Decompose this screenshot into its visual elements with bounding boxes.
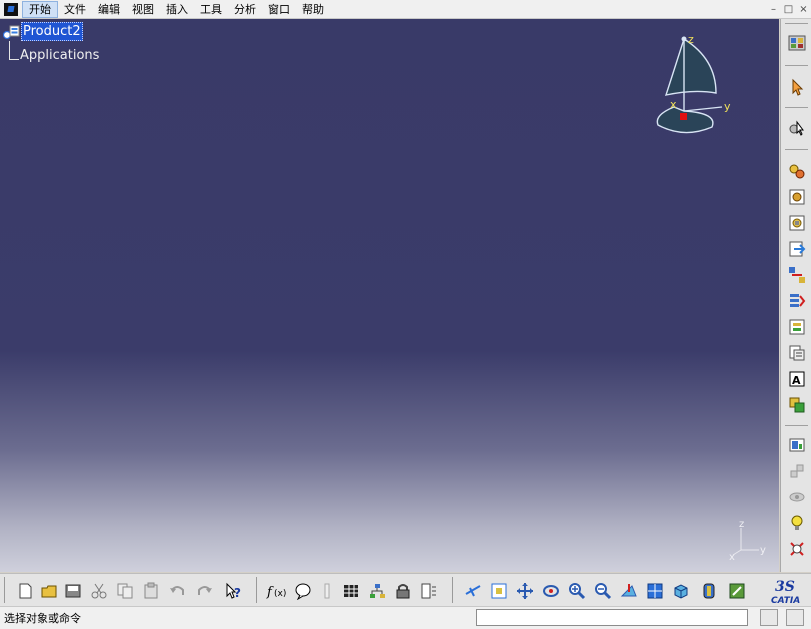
catia-logo: 3S CATIA (769, 576, 809, 606)
new-icon[interactable] (14, 580, 36, 602)
lock-icon[interactable] (392, 580, 414, 602)
undo-icon[interactable] (166, 580, 188, 602)
manage-representations-icon[interactable]: A (787, 369, 807, 389)
fly-icon[interactable] (462, 580, 484, 602)
compass-y-label: y (724, 100, 731, 113)
menu-start[interactable]: 开始 (22, 0, 58, 18)
tree-root-node[interactable]: Product2 (2, 22, 83, 41)
axis-triad: z y x (729, 520, 766, 560)
cut-icon[interactable] (88, 580, 110, 602)
svg-text:?: ? (234, 586, 241, 600)
formula-icon[interactable]: f (x) (266, 580, 288, 602)
table-icon[interactable] (340, 580, 362, 602)
svg-text:f: f (266, 585, 274, 600)
tree-branch-line (9, 41, 10, 60)
selective-load-icon[interactable] (787, 343, 807, 363)
tree-root-label[interactable]: Product2 (21, 22, 83, 41)
multi-instantiation-icon[interactable] (787, 395, 807, 415)
toolbar-separator (785, 23, 808, 24)
pan-icon[interactable] (514, 580, 536, 602)
svg-text:A: A (792, 374, 801, 387)
iso-view-icon[interactable] (670, 580, 692, 602)
menu-help[interactable]: 帮助 (296, 1, 330, 18)
menu-edit[interactable]: 编辑 (92, 1, 126, 18)
toolbar-separator (256, 577, 257, 603)
minimize-button[interactable]: – (766, 2, 781, 17)
toolbar-separator (785, 107, 808, 108)
triad-y-label: y (760, 545, 766, 556)
replace-component-icon[interactable] (787, 265, 807, 285)
fly-mode-icon[interactable] (787, 118, 807, 138)
menu-view[interactable]: 视图 (126, 1, 160, 18)
menu-insert[interactable]: 插入 (160, 1, 194, 18)
insert-new-part-icon[interactable] (787, 213, 807, 233)
status-toggle-button[interactable] (760, 609, 778, 626)
triad-x-label: x (729, 552, 735, 560)
menu-window[interactable]: 窗口 (262, 1, 296, 18)
comment-icon[interactable] (292, 580, 314, 602)
toolbar-separator (4, 577, 5, 603)
insert-new-component-icon[interactable] (787, 161, 807, 181)
save-icon[interactable] (62, 580, 84, 602)
status-bar: 选择对象或命令 (0, 606, 811, 629)
normal-view-icon[interactable] (618, 580, 640, 602)
redo-icon[interactable] (194, 580, 216, 602)
compass-x-label: x (670, 98, 677, 111)
compass-z-label: z (688, 33, 694, 46)
whats-this-icon[interactable]: ? (222, 580, 244, 602)
insert-new-product-icon[interactable] (787, 187, 807, 207)
toolbar-separator (785, 65, 808, 66)
graph-tree-reordering-icon[interactable] (787, 291, 807, 311)
3d-viewport[interactable]: Product2 Applications z y x z y x (0, 19, 779, 572)
svg-text:(x): (x) (274, 589, 286, 599)
toolbar-separator (785, 425, 808, 426)
shading-icon[interactable] (698, 580, 720, 602)
clash-icon[interactable] (787, 487, 807, 507)
open-icon[interactable] (38, 580, 60, 602)
tree-branch-line-horizontal (9, 59, 19, 60)
generate-numbering-icon[interactable] (787, 317, 807, 337)
triad-z-label: z (739, 520, 744, 530)
product-icon (2, 24, 21, 40)
catalog-browser-icon[interactable] (787, 33, 807, 53)
svg-text:CATIA: CATIA (771, 596, 800, 606)
scenes-icon[interactable] (787, 435, 807, 455)
status-prompt: 选择对象或命令 (4, 612, 81, 625)
select-icon[interactable] (787, 77, 807, 97)
toolbar-separator (785, 149, 808, 150)
swap-visible-space-icon[interactable] (726, 580, 748, 602)
fit-all-icon[interactable] (488, 580, 510, 602)
close-button[interactable]: × (796, 2, 811, 17)
sectioning-icon[interactable] (787, 513, 807, 533)
rotate-icon[interactable] (540, 580, 562, 602)
restore-button[interactable]: □ (781, 2, 796, 17)
tree-child-applications[interactable]: Applications (20, 48, 99, 63)
toolbar-separator (452, 577, 453, 603)
menu-file[interactable]: 文件 (58, 1, 92, 18)
multi-view-icon[interactable] (644, 580, 666, 602)
svg-text:3S: 3S (775, 579, 795, 595)
tree-icon[interactable] (366, 580, 388, 602)
insert-existing-component-icon[interactable] (787, 239, 807, 259)
menu-bar: 开始 文件 编辑 视图 插入 工具 分析 窗口 帮助 – □ × (0, 0, 811, 19)
catia-app-icon[interactable] (4, 2, 18, 16)
zoom-in-icon[interactable] (566, 580, 588, 602)
hide-show-icon[interactable] (787, 539, 807, 559)
copy-icon[interactable] (114, 580, 136, 602)
zoom-out-icon[interactable] (592, 580, 614, 602)
compass-widget[interactable]: z y x (644, 29, 744, 139)
exploded-view-icon[interactable] (787, 461, 807, 481)
bottom-toolbar: ? f (x) 3S CATIA (0, 573, 811, 607)
ruler-icon[interactable] (316, 580, 338, 602)
stack-icon[interactable] (418, 580, 440, 602)
status-stop-button[interactable] (786, 609, 804, 626)
menu-analyze[interactable]: 分析 (228, 1, 262, 18)
menu-tools[interactable]: 工具 (194, 1, 228, 18)
right-toolbar: A (780, 19, 811, 572)
command-input[interactable] (476, 609, 748, 626)
paste-icon[interactable] (140, 580, 162, 602)
